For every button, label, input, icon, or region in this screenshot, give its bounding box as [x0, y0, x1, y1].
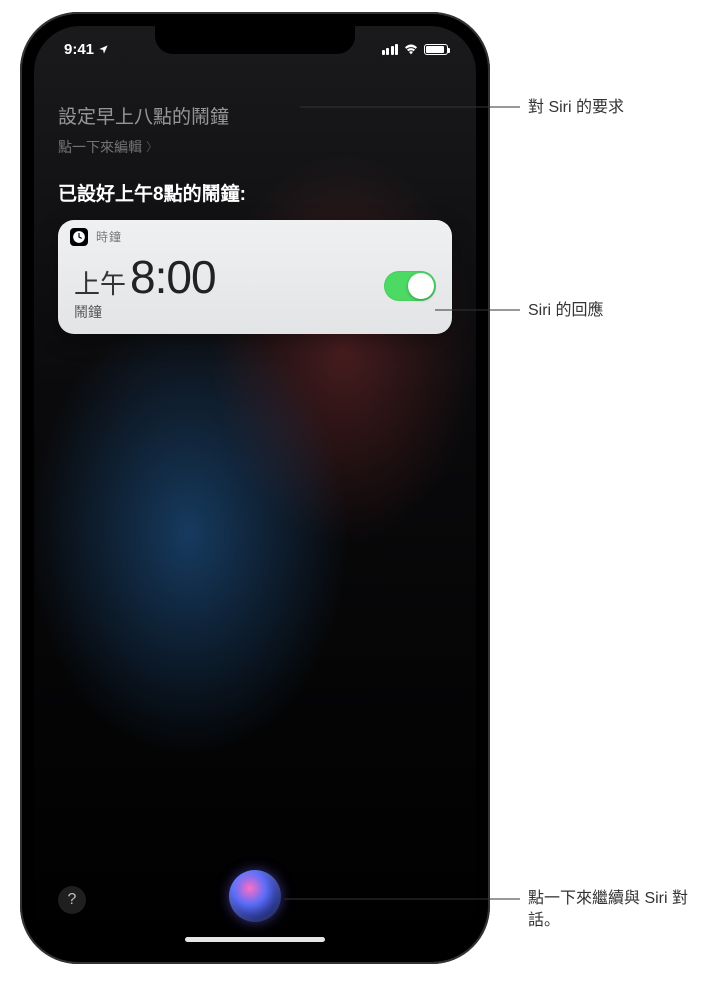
battery-icon — [424, 44, 448, 55]
status-time: 9:41 — [64, 41, 94, 58]
status-time-group: 9:41 — [64, 41, 109, 58]
callout-response: Siri 的回應 — [528, 300, 604, 322]
notch — [155, 26, 355, 54]
wifi-icon — [403, 43, 419, 55]
callout-request: 對 Siri 的要求 — [528, 97, 624, 119]
cellular-signal-icon — [382, 44, 399, 55]
callout-continue: 點一下來繼續與 Siri 對話。 — [528, 888, 698, 933]
leader-lines — [0, 0, 726, 984]
status-right — [382, 43, 449, 55]
location-icon — [98, 44, 109, 55]
